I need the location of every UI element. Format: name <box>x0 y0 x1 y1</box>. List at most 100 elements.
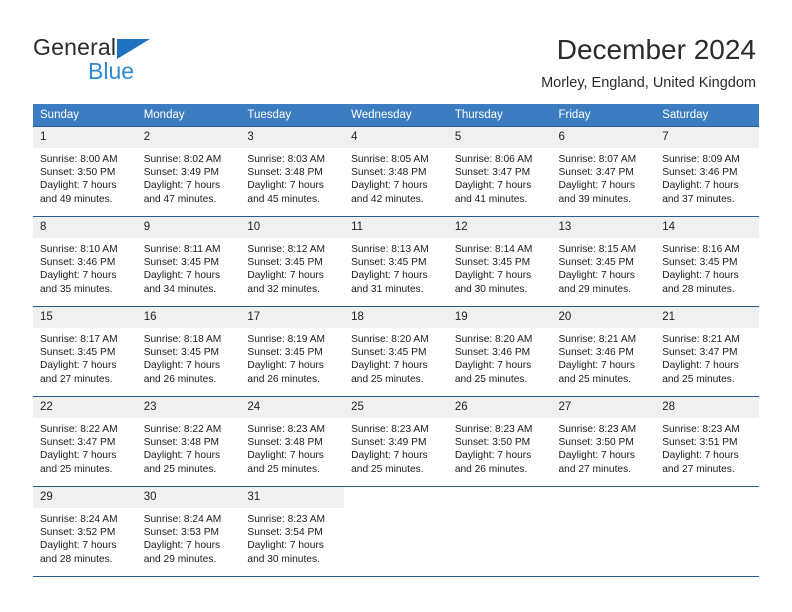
sunset-text: Sunset: 3:52 PM <box>40 527 116 539</box>
day-number: 27 <box>551 397 656 418</box>
calendar-day-cell[interactable]: 29 Sunrise: 8:24 AM Sunset: 3:52 PM Dayligh… <box>33 486 137 577</box>
calendar-day-cell[interactable]: 5 Sunrise: 8:06 AM Sunset: 3:47 PM Daylight… <box>447 126 552 217</box>
daylight-text-line1: Daylight: 7 hours <box>40 450 117 462</box>
day-details: Sunrise: 8:14 AM Sunset: 3:45 PM Daylight:… <box>448 238 552 296</box>
sunset-text: Sunset: 3:45 PM <box>558 257 634 269</box>
day-details: Sunrise: 8:11 AM Sunset: 3:45 PM Daylight:… <box>137 238 241 296</box>
calendar-day-cell[interactable]: 25 Sunrise: 8:23 AM Sunset: 3:49 PM Dayligh… <box>344 396 448 487</box>
calendar-day-cell[interactable]: 15 Sunrise: 8:17 AM Sunset: 3:45 PM Dayligh… <box>33 306 137 397</box>
calendar-day-cell[interactable]: 12 Sunrise: 8:14 AM Sunset: 3:45 PM Dayligh… <box>447 216 552 307</box>
calendar-day-cell[interactable]: 2 Sunrise: 8:02 AM Sunset: 3:49 PM Daylight… <box>136 126 241 217</box>
calendar-day-cell[interactable]: 28 Sunrise: 8:23 AM Sunset: 3:51 PM Dayligh… <box>655 396 759 487</box>
daylight-text-line1: Daylight: 7 hours <box>662 450 739 462</box>
weekday-header-sunday: Sunday <box>33 104 137 127</box>
calendar-day-cell[interactable]: 22 Sunrise: 8:22 AM Sunset: 3:47 PM Dayligh… <box>33 396 137 487</box>
day-details: Sunrise: 8:13 AM Sunset: 3:45 PM Daylight:… <box>344 238 448 296</box>
day-details: Sunrise: 8:20 AM Sunset: 3:45 PM Daylight:… <box>344 328 448 386</box>
sunrise-text: Sunrise: 8:23 AM <box>351 424 429 435</box>
calendar-day-cell[interactable]: 16 Sunrise: 8:18 AM Sunset: 3:45 PM Dayligh… <box>136 306 241 397</box>
sunset-text: Sunset: 3:46 PM <box>662 167 738 179</box>
calendar-day-cell[interactable]: 23 Sunrise: 8:22 AM Sunset: 3:48 PM Dayligh… <box>136 396 241 487</box>
daylight-text-line1: Daylight: 7 hours <box>247 450 324 462</box>
sunrise-text: Sunrise: 8:03 AM <box>247 154 325 165</box>
daylight-text-line1: Daylight: 7 hours <box>247 360 324 372</box>
day-details: Sunrise: 8:23 AM Sunset: 3:50 PM Daylight:… <box>448 418 552 476</box>
daylight-text-line2: and 34 minutes. <box>143 283 217 295</box>
sunrise-text: Sunrise: 8:21 AM <box>558 334 637 345</box>
sunset-text: Sunset: 3:49 PM <box>351 437 427 449</box>
sunset-text: Sunset: 3:45 PM <box>40 347 116 359</box>
calendar-day-cell[interactable]: 17 Sunrise: 8:19 AM Sunset: 3:45 PM Dayligh… <box>240 306 345 397</box>
daylight-text-line1: Daylight: 7 hours <box>351 450 428 462</box>
day-number: 29 <box>33 487 137 508</box>
daylight-text-line2: and 27 minutes. <box>662 463 735 475</box>
daylight-text-line2: and 29 minutes. <box>143 553 217 565</box>
calendar-day-cell[interactable]: 31 Sunrise: 8:23 AM Sunset: 3:54 PM Dayligh… <box>240 486 345 577</box>
day-details: Sunrise: 8:12 AM Sunset: 3:45 PM Daylight:… <box>240 238 344 296</box>
calendar-day-cell[interactable]: 1 Sunrise: 8:00 AM Sunset: 3:50 PM Daylight… <box>33 126 137 217</box>
calendar-day-cell[interactable]: 3 Sunrise: 8:03 AM Sunset: 3:48 PM Daylight… <box>240 126 345 217</box>
daylight-text-line2: and 42 minutes. <box>351 193 424 205</box>
calendar-day-cell[interactable]: 14 Sunrise: 8:16 AM Sunset: 3:45 PM Dayligh… <box>655 216 759 307</box>
calendar-day-cell[interactable]: 4 Sunrise: 8:05 AM Sunset: 3:48 PM Daylight… <box>344 126 448 217</box>
daylight-text-line2: and 25 minutes. <box>247 463 320 475</box>
daylight-text-line1: Daylight: 7 hours <box>247 180 324 192</box>
calendar-day-cell[interactable]: 18 Sunrise: 8:20 AM Sunset: 3:45 PM Dayligh… <box>344 306 448 397</box>
daylight-text-line2: and 41 minutes. <box>454 193 528 205</box>
day-number: 30 <box>136 487 241 508</box>
calendar-day-cell[interactable]: 11 Sunrise: 8:13 AM Sunset: 3:45 PM Dayligh… <box>344 216 448 307</box>
daylight-text-line2: and 39 minutes. <box>558 193 632 205</box>
day-details: Sunrise: 8:09 AM Sunset: 3:46 PM Daylight:… <box>655 148 759 206</box>
daylight-text-line1: Daylight: 7 hours <box>40 360 117 372</box>
calendar-day-cell[interactable]: 21 Sunrise: 8:21 AM Sunset: 3:47 PM Dayligh… <box>655 306 759 397</box>
calendar-day-cell[interactable]: 19 Sunrise: 8:20 AM Sunset: 3:46 PM Dayligh… <box>447 306 552 397</box>
calendar-day-cell[interactable]: 26 Sunrise: 8:23 AM Sunset: 3:50 PM Dayligh… <box>447 396 552 487</box>
calendar-day-cell[interactable]: 6 Sunrise: 8:07 AM Sunset: 3:47 PM Daylight… <box>551 126 656 217</box>
calendar-day-cell[interactable]: 9 Sunrise: 8:11 AM Sunset: 3:45 PM Daylight… <box>136 216 241 307</box>
sunset-text: Sunset: 3:50 PM <box>40 167 116 179</box>
sunrise-text: Sunrise: 8:23 AM <box>247 514 325 525</box>
day-number: 14 <box>655 217 759 238</box>
daylight-text-line1: Daylight: 7 hours <box>351 360 428 372</box>
day-number: 1 <box>33 127 137 148</box>
sunset-text: Sunset: 3:53 PM <box>143 527 220 539</box>
calendar-page: General Blue December 2024 Morley, Engla… <box>0 0 792 612</box>
calendar-day-cell[interactable]: 7 Sunrise: 8:09 AM Sunset: 3:46 PM Daylight… <box>655 126 759 217</box>
general-blue-logo[interactable]: General Blue <box>33 34 213 86</box>
day-details: Sunrise: 8:19 AM Sunset: 3:45 PM Daylight:… <box>240 328 344 386</box>
sunrise-text: Sunrise: 8:18 AM <box>143 334 222 345</box>
daylight-text-line2: and 25 minutes. <box>40 463 113 475</box>
day-number: 13 <box>551 217 656 238</box>
day-number: 16 <box>136 307 241 328</box>
sunset-text: Sunset: 3:45 PM <box>247 347 323 359</box>
calendar-day-cell[interactable]: 20 Sunrise: 8:21 AM Sunset: 3:46 PM Dayligh… <box>551 306 656 397</box>
calendar-day-cell[interactable]: 13 Sunrise: 8:15 AM Sunset: 3:45 PM Dayligh… <box>551 216 656 307</box>
daylight-text-line2: and 25 minutes. <box>558 373 632 385</box>
day-number: 11 <box>344 217 448 238</box>
day-number <box>552 487 656 508</box>
sunrise-text: Sunrise: 8:23 AM <box>662 424 740 435</box>
sunrise-text: Sunrise: 8:23 AM <box>454 424 533 435</box>
sunrise-text: Sunrise: 8:21 AM <box>662 334 740 345</box>
day-details: Sunrise: 8:18 AM Sunset: 3:45 PM Daylight:… <box>137 328 241 386</box>
daylight-text-line2: and 49 minutes. <box>40 193 113 205</box>
sunrise-text: Sunrise: 8:19 AM <box>247 334 325 345</box>
day-details: Sunrise: 8:17 AM Sunset: 3:45 PM Daylight:… <box>33 328 137 386</box>
calendar-day-cell[interactable]: 27 Sunrise: 8:23 AM Sunset: 3:50 PM Dayligh… <box>551 396 656 487</box>
day-number: 19 <box>447 307 552 328</box>
sunrise-text: Sunrise: 8:22 AM <box>40 424 118 435</box>
daylight-text-line2: and 45 minutes. <box>247 193 320 205</box>
calendar-day-cell[interactable]: 30 Sunrise: 8:24 AM Sunset: 3:53 PM Dayligh… <box>136 486 241 577</box>
calendar-day-cell[interactable]: 24 Sunrise: 8:23 AM Sunset: 3:48 PM Dayligh… <box>240 396 345 487</box>
sunset-text: Sunset: 3:45 PM <box>351 257 427 269</box>
daylight-text-line1: Daylight: 7 hours <box>143 450 221 462</box>
sunrise-text: Sunrise: 8:23 AM <box>247 424 325 435</box>
sunrise-text: Sunrise: 8:12 AM <box>247 244 325 255</box>
sunset-text: Sunset: 3:46 PM <box>558 347 634 359</box>
daylight-text-line1: Daylight: 7 hours <box>558 270 635 282</box>
calendar-day-cell[interactable]: 10 Sunrise: 8:12 AM Sunset: 3:45 PM Dayligh… <box>240 216 345 307</box>
sunset-text: Sunset: 3:48 PM <box>247 167 323 179</box>
sunset-text: Sunset: 3:45 PM <box>351 347 427 359</box>
calendar-day-cell[interactable]: 8 Sunrise: 8:10 AM Sunset: 3:46 PM Daylight… <box>33 216 137 307</box>
day-details: Sunrise: 8:16 AM Sunset: 3:45 PM Daylight:… <box>655 238 759 296</box>
